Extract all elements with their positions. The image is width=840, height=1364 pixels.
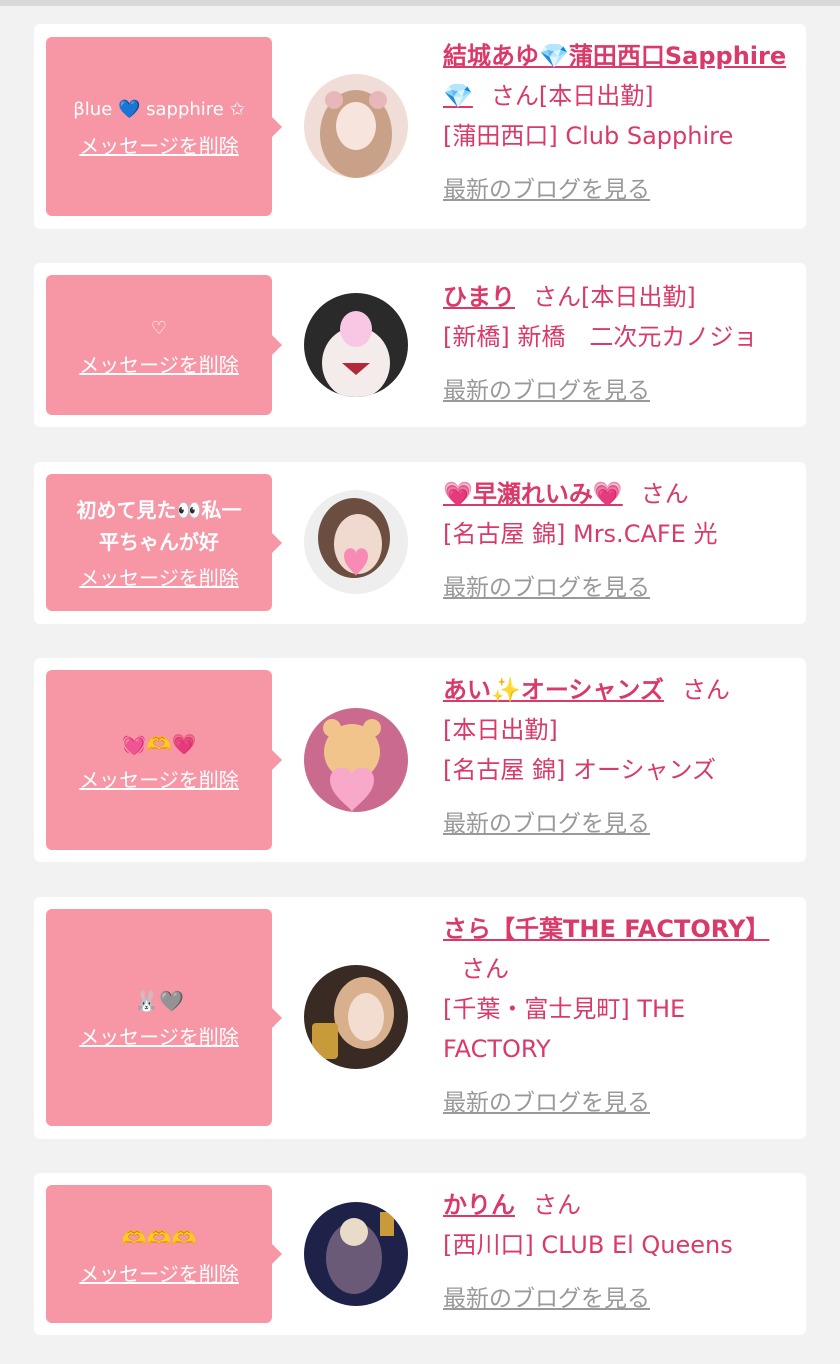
cast-info: 💗早瀬れいみ💗 さん [名古屋 錦] Mrs.CAFE 光 最新のブログを見る bbox=[443, 474, 795, 608]
message-text: 💓🫶💗 bbox=[121, 731, 197, 756]
favorite-card: βlue 💙 sapphire ✩ メッセージを削除 結城あゆ💎蒲田西口Sapp… bbox=[34, 24, 806, 229]
honorific: さん bbox=[640, 480, 689, 508]
favorite-card: 🐰🩶 メッセージを削除 さら【千葉THE FACTORY】さん [千葉・富士見町… bbox=[34, 897, 806, 1139]
cast-info: ひまり さん[本日出勤] [新橋] 新橋 二次元カノジョ 最新のブログを見る bbox=[443, 277, 795, 411]
shop-label: [新橋] 新橋 二次元カノジョ bbox=[443, 323, 758, 351]
cast-name-link[interactable]: あい✨オーシャンズ bbox=[443, 676, 664, 704]
message-bubble: βlue 💙 sapphire ✩ メッセージを削除 bbox=[46, 37, 282, 216]
avatar[interactable] bbox=[304, 74, 408, 178]
latest-blog-link[interactable]: 最新のブログを見る bbox=[443, 568, 650, 608]
latest-blog-link[interactable]: 最新のブログを見る bbox=[443, 1279, 650, 1319]
message-bubble: 🫶🫶🫶 メッセージを削除 bbox=[46, 1185, 282, 1323]
delete-message-link[interactable]: メッセージを削除 bbox=[79, 562, 239, 591]
favorite-card: 🫶🫶🫶 メッセージを削除 かりん さん [西川口] CLUB El Queens … bbox=[34, 1173, 806, 1335]
cast-info: さら【千葉THE FACTORY】さん [千葉・富士見町] THE FACTOR… bbox=[443, 909, 795, 1123]
cast-name-link[interactable]: かりん bbox=[443, 1191, 515, 1219]
shop-label: [千葉・富士見町] THE FACTORY bbox=[443, 995, 686, 1063]
cast-info: 結城あゆ💎蒲田西口Sapphire💎 さん[本日出勤] [蒲田西口] Club S… bbox=[443, 36, 795, 210]
cast-name-link[interactable]: さら【千葉THE FACTORY】 bbox=[443, 915, 769, 943]
status-label: [本日出勤] bbox=[443, 716, 558, 744]
message-text: ♡ bbox=[150, 317, 168, 339]
delete-message-link[interactable]: メッセージを削除 bbox=[79, 1258, 239, 1287]
latest-blog-link[interactable]: 最新のブログを見る bbox=[443, 1083, 650, 1123]
shop-label: [名古屋 錦] Mrs.CAFE 光 bbox=[443, 520, 718, 548]
latest-blog-link[interactable]: 最新のブログを見る bbox=[443, 371, 650, 411]
message-bubble: 💓🫶💗 メッセージを削除 bbox=[46, 670, 282, 850]
cast-name-link[interactable]: ひまり bbox=[443, 283, 515, 311]
status-label: [本日出勤] bbox=[581, 283, 696, 311]
cast-info: あい✨オーシャンズ さん [本日出勤] [名古屋 錦] オーシャンズ 最新のブログ… bbox=[443, 670, 795, 844]
delete-message-link[interactable]: メッセージを削除 bbox=[79, 130, 239, 159]
honorific: さん bbox=[533, 1191, 581, 1219]
shop-label: [名古屋 錦] オーシャンズ bbox=[443, 756, 717, 784]
status-label: [本日出勤] bbox=[538, 82, 654, 110]
message-bubble: 🐰🩶 メッセージを削除 bbox=[46, 909, 282, 1126]
shop-label: [蒲田西口] Club Sapphire bbox=[443, 122, 734, 150]
delete-message-link[interactable]: メッセージを削除 bbox=[79, 349, 239, 378]
avatar[interactable] bbox=[304, 490, 408, 594]
honorific: さん bbox=[490, 82, 539, 110]
delete-message-link[interactable]: メッセージを削除 bbox=[79, 1021, 239, 1050]
top-divider bbox=[0, 0, 840, 6]
honorific: さん bbox=[681, 676, 730, 704]
latest-blog-link[interactable]: 最新のブログを見る bbox=[443, 804, 650, 844]
honorific: さん bbox=[461, 955, 509, 983]
favorite-card: 💓🫶💗 メッセージを削除 あい✨オーシャンズ さん [本日出勤] [名古屋 錦] … bbox=[34, 658, 806, 862]
latest-blog-link[interactable]: 最新のブログを見る bbox=[443, 170, 650, 210]
avatar[interactable] bbox=[304, 965, 408, 1069]
favorite-card: ♡ メッセージを削除 ひまり さん[本日出勤] [新橋] 新橋 二次元カノジョ 最… bbox=[34, 263, 806, 427]
message-bubble: 初めて見た👀私一 平ちゃんが好 メッセージを削除 bbox=[46, 474, 282, 611]
avatar[interactable] bbox=[304, 293, 408, 397]
message-text: βlue 💙 sapphire ✩ bbox=[73, 99, 245, 120]
honorific: さん bbox=[533, 283, 581, 311]
message-text: 🐰🩶 bbox=[134, 989, 184, 1013]
cast-info: かりん さん [西川口] CLUB El Queens 最新のブログを見る bbox=[443, 1185, 795, 1319]
delete-message-link[interactable]: メッセージを削除 bbox=[79, 764, 239, 793]
favorite-card: 初めて見た👀私一 平ちゃんが好 メッセージを削除 💗早瀬れいみ💗 さん [名古屋 … bbox=[34, 462, 806, 624]
cast-name-link[interactable]: 💗早瀬れいみ💗 bbox=[443, 480, 623, 508]
avatar[interactable] bbox=[304, 708, 408, 812]
message-bubble: ♡ メッセージを削除 bbox=[46, 275, 282, 415]
message-text: 🫶🫶🫶 bbox=[121, 1225, 197, 1250]
shop-label: [西川口] CLUB El Queens bbox=[443, 1231, 733, 1259]
avatar[interactable] bbox=[304, 1202, 408, 1306]
message-text: 初めて見た👀私一 平ちゃんが好 bbox=[76, 498, 242, 554]
